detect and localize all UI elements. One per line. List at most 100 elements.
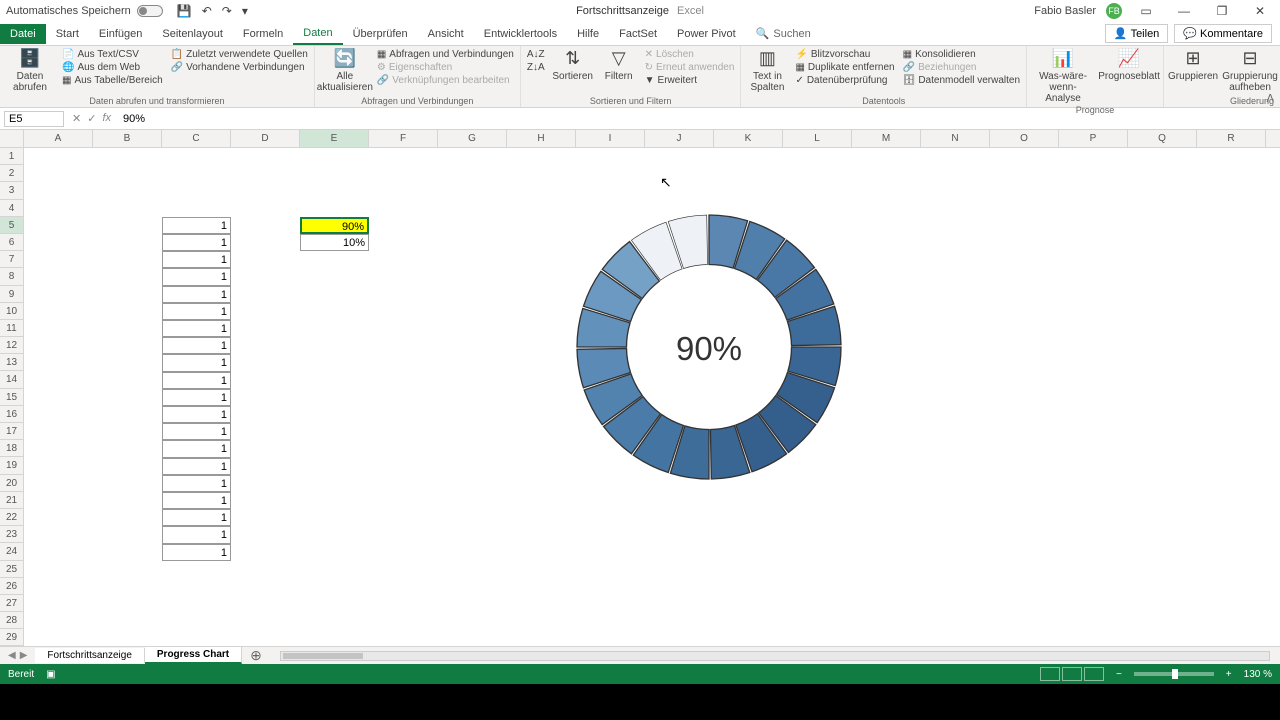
tab-start[interactable]: Start [46,24,89,44]
add-sheet-icon[interactable]: ⊕ [242,647,270,664]
row-header-23[interactable]: 23 [0,526,23,543]
cell-C10[interactable]: 1 [162,303,231,320]
row-header-12[interactable]: 12 [0,337,23,354]
remove-duplicates[interactable]: ▦ Duplikate entfernen [795,62,894,73]
cell-C19[interactable]: 1 [162,458,231,475]
redo-icon[interactable]: ↷ [222,4,232,18]
row-header-16[interactable]: 16 [0,406,23,423]
row-header-20[interactable]: 20 [0,475,23,492]
row-header-11[interactable]: 11 [0,320,23,337]
tab-factset[interactable]: FactSet [609,24,667,44]
col-header-Q[interactable]: Q [1128,130,1197,147]
avatar[interactable]: FB [1106,3,1122,19]
enter-formula-icon[interactable]: ✓ [87,112,96,125]
col-header-L[interactable]: L [783,130,852,147]
row-header-18[interactable]: 18 [0,440,23,457]
view-page-break-icon[interactable] [1084,667,1104,681]
cell-C22[interactable]: 1 [162,509,231,526]
cell-C11[interactable]: 1 [162,320,231,337]
queries-connections[interactable]: ▦ Abfragen und Verbindungen [377,49,514,60]
collapse-ribbon-icon[interactable]: ᐱ [1266,92,1274,105]
row-header-13[interactable]: 13 [0,354,23,371]
col-header-O[interactable]: O [990,130,1059,147]
col-header-E[interactable]: E [300,130,369,147]
col-header-R[interactable]: R [1197,130,1266,147]
from-web[interactable]: 🌐 Aus dem Web [62,62,163,73]
col-header-K[interactable]: K [714,130,783,147]
row-header-19[interactable]: 19 [0,457,23,474]
what-if-analysis[interactable]: 📊Was-wäre-wenn-Analyse [1033,49,1093,104]
sheet-tab-1[interactable]: Fortschrittsanzeige [35,648,144,663]
tab-nav-next-icon[interactable]: ▶ [20,650,28,661]
cell-E5[interactable]: 90% [300,217,369,234]
cell-C5[interactable]: 1 [162,217,231,234]
worksheet[interactable]: 1234567891011121314151617181920212223242… [0,130,1280,646]
cell-C20[interactable]: 1 [162,475,231,492]
advanced-filter[interactable]: ▼ Erweitert [645,75,735,86]
cell-C15[interactable]: 1 [162,389,231,406]
tell-me-search[interactable]: 🔍 Suchen [756,27,811,40]
undo-icon[interactable]: ↶ [202,4,212,18]
row-header-25[interactable]: 25 [0,561,23,578]
save-icon[interactable]: 💾 [177,4,192,18]
cell-C8[interactable]: 1 [162,268,231,285]
tab-daten[interactable]: Daten [293,23,342,45]
row-header-14[interactable]: 14 [0,371,23,388]
user-name[interactable]: Fabio Basler [1034,5,1096,17]
row-header-17[interactable]: 17 [0,423,23,440]
flash-fill[interactable]: ⚡ Blitzvorschau [795,49,894,60]
row-header-2[interactable]: 2 [0,165,23,182]
consolidate[interactable]: ▦ Konsolidieren [903,49,1020,60]
manage-datamodel[interactable]: 🗄 Datenmodell verwalten [903,75,1020,86]
col-header-I[interactable]: I [576,130,645,147]
row-header-22[interactable]: 22 [0,509,23,526]
sort-button[interactable]: ⇅Sortieren [553,49,593,82]
tab-file[interactable]: Datei [0,24,46,44]
zoom-in-icon[interactable]: + [1226,669,1232,680]
zoom-level[interactable]: 130 % [1244,669,1272,680]
cell-C7[interactable]: 1 [162,251,231,268]
refresh-all-button[interactable]: 🔄Alle aktualisieren [321,49,369,93]
fx-icon[interactable]: fx [102,112,111,125]
col-header-G[interactable]: G [438,130,507,147]
sort-az[interactable]: A↓Z [527,49,545,60]
from-table[interactable]: ▦ Aus Tabelle/Bereich [62,75,163,86]
cancel-formula-icon[interactable]: ✕ [72,112,81,125]
row-header-21[interactable]: 21 [0,492,23,509]
text-to-columns[interactable]: ▥Text in Spalten [747,49,787,93]
row-header-7[interactable]: 7 [0,251,23,268]
row-header-3[interactable]: 3 [0,182,23,199]
col-header-A[interactable]: A [24,130,93,147]
tab-nav-prev-icon[interactable]: ◀ [8,650,16,661]
row-header-24[interactable]: 24 [0,543,23,560]
col-header-F[interactable]: F [369,130,438,147]
horizontal-scrollbar[interactable] [280,651,1270,661]
row-header-4[interactable]: 4 [0,200,23,217]
name-box[interactable] [4,111,64,127]
cell-C16[interactable]: 1 [162,406,231,423]
tab-ueberpruefen[interactable]: Überprüfen [343,24,418,44]
row-header-27[interactable]: 27 [0,595,23,612]
get-data-button[interactable]: 🗄️Daten abrufen [6,49,54,93]
col-header-J[interactable]: J [645,130,714,147]
filter-button[interactable]: ▽Filtern [601,49,637,82]
progress-donut-chart[interactable]: 90% [524,182,894,512]
tab-powerpivot[interactable]: Power Pivot [667,24,746,44]
row-header-5[interactable]: 5 [0,217,23,234]
cell-C6[interactable]: 1 [162,234,231,251]
col-header-C[interactable]: C [162,130,231,147]
tab-entwicklertools[interactable]: Entwicklertools [474,24,567,44]
view-page-layout-icon[interactable] [1062,667,1082,681]
cell-C24[interactable]: 1 [162,544,231,561]
row-header-28[interactable]: 28 [0,612,23,629]
from-text-csv[interactable]: 📄 Aus Text/CSV [62,49,163,60]
recent-sources[interactable]: 📋 Zuletzt verwendete Quellen [171,49,308,60]
sheet-tab-2[interactable]: Progress Chart [145,647,242,664]
zoom-out-icon[interactable]: − [1116,669,1122,680]
sort-za[interactable]: Z↓A [527,62,545,73]
data-validation[interactable]: ✓ Datenüberprüfung [795,75,894,86]
autosave-toggle[interactable] [137,5,163,17]
row-header-10[interactable]: 10 [0,303,23,320]
row-header-9[interactable]: 9 [0,286,23,303]
qat-dropdown-icon[interactable]: ▾ [242,4,248,18]
